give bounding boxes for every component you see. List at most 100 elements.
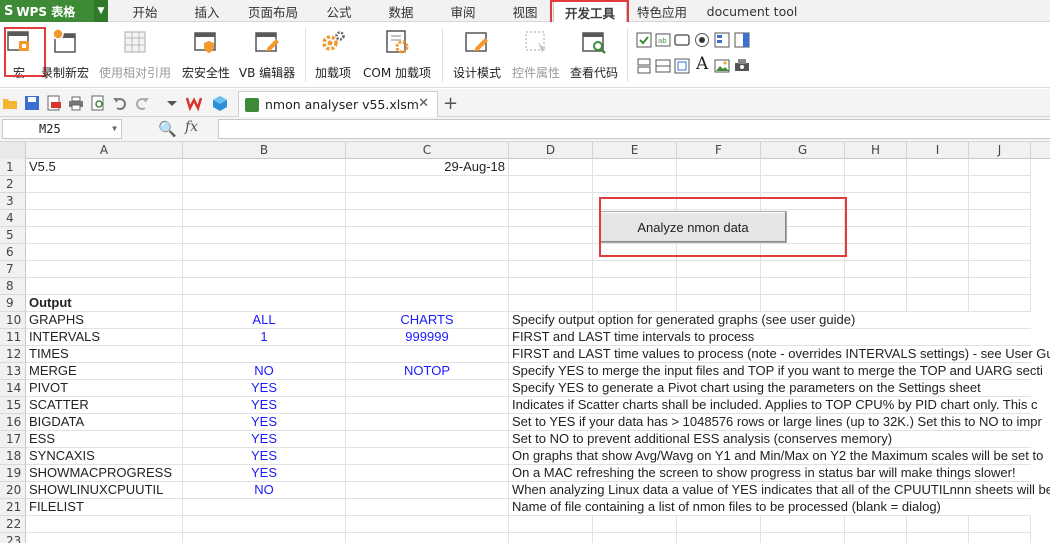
cell-c22[interactable] (346, 516, 509, 533)
cell-h6[interactable] (845, 244, 907, 261)
cell-c15[interactable] (346, 397, 509, 414)
row-header[interactable]: 10 (0, 312, 26, 329)
view-code-button[interactable]: 查看代码 (567, 26, 621, 82)
cell-b22[interactable] (183, 516, 346, 533)
row-header[interactable]: 15 (0, 397, 26, 414)
tab-view[interactable]: 视图 (498, 0, 552, 22)
row-header[interactable]: 6 (0, 244, 26, 261)
cell-a5[interactable] (26, 227, 183, 244)
row-header[interactable]: 1 (0, 159, 26, 176)
cell-e2[interactable] (593, 176, 677, 193)
checkbox-control-icon[interactable] (636, 32, 652, 48)
cell-f2[interactable] (677, 176, 761, 193)
cell-j23[interactable] (969, 533, 1031, 543)
cell-j1[interactable] (969, 159, 1031, 176)
export-pdf-icon[interactable] (46, 95, 62, 111)
cell-h1[interactable] (845, 159, 907, 176)
cell-d5[interactable] (509, 227, 593, 244)
cell-h23[interactable] (845, 533, 907, 543)
cell-a16[interactable]: BIGDATA (26, 414, 183, 431)
undo-icon[interactable] (112, 95, 128, 111)
cell-d3[interactable] (509, 193, 593, 210)
cell-g8[interactable] (761, 278, 845, 295)
row-header[interactable]: 23 (0, 533, 26, 543)
cloud-box-icon[interactable] (212, 95, 228, 111)
cell-e22[interactable] (593, 516, 677, 533)
cell-g2[interactable] (761, 176, 845, 193)
cell-i5[interactable] (907, 227, 969, 244)
cell-d12[interactable]: FIRST and LAST time values to process (n… (509, 346, 1050, 363)
cell-i8[interactable] (907, 278, 969, 295)
frame-control-icon[interactable] (674, 58, 690, 74)
row-header[interactable]: 11 (0, 329, 26, 346)
print-icon[interactable] (68, 95, 84, 111)
cell-a13[interactable]: MERGE (26, 363, 183, 380)
cell-i2[interactable] (907, 176, 969, 193)
cell-i3[interactable] (907, 193, 969, 210)
zoom-icon[interactable]: 🔍 (158, 120, 177, 138)
column-header-b[interactable]: B (183, 142, 346, 159)
row-header[interactable]: 13 (0, 363, 26, 380)
cell-a12[interactable]: TIMES (26, 346, 183, 363)
app-menu-dropdown-icon[interactable]: ▼ (94, 0, 108, 22)
more-controls-icon[interactable] (734, 58, 750, 74)
cell-h22[interactable] (845, 516, 907, 533)
cell-j8[interactable] (969, 278, 1031, 295)
cell-f9[interactable] (677, 295, 761, 312)
cell-d7[interactable] (509, 261, 593, 278)
select-all-corner[interactable] (0, 142, 26, 159)
cell-f22[interactable] (677, 516, 761, 533)
cell-d14[interactable]: Specify YES to generate a Pivot chart us… (509, 380, 981, 397)
print-preview-icon[interactable] (90, 95, 106, 111)
row-header[interactable]: 20 (0, 482, 26, 499)
button-control-icon[interactable] (674, 32, 690, 48)
macro-security-button[interactable]: 宏安全性 (179, 26, 233, 82)
cell-a15[interactable]: SCATTER (26, 397, 183, 414)
cell-d13[interactable]: Specify YES to merge the input files and… (509, 363, 1043, 380)
cell-a21[interactable]: FILELIST (26, 499, 183, 516)
cell-i17[interactable] (907, 431, 969, 448)
tab-home[interactable]: 开始 (118, 0, 172, 22)
cell-a22[interactable] (26, 516, 183, 533)
cell-c11[interactable]: 999999 (346, 329, 509, 346)
cell-c6[interactable] (346, 244, 509, 261)
cell-b21[interactable] (183, 499, 346, 516)
cell-c19[interactable] (346, 465, 509, 482)
tab-review[interactable]: 审阅 (436, 0, 490, 22)
column-header-g[interactable]: G (761, 142, 845, 159)
design-mode-button[interactable]: 设计模式 (450, 26, 504, 82)
cell-a3[interactable] (26, 193, 183, 210)
cell-j21[interactable] (969, 499, 1031, 516)
cell-j6[interactable] (969, 244, 1031, 261)
cell-i9[interactable] (907, 295, 969, 312)
cell-h7[interactable] (845, 261, 907, 278)
cell-d8[interactable] (509, 278, 593, 295)
row-header[interactable]: 12 (0, 346, 26, 363)
name-box-dropdown-icon[interactable]: ▼ (112, 120, 117, 138)
cell-d18[interactable]: On graphs that show Avg/Wavg on Y1 and M… (509, 448, 1043, 465)
cell-j3[interactable] (969, 193, 1031, 210)
cell-g6[interactable] (761, 244, 845, 261)
cell-e3[interactable] (593, 193, 677, 210)
cell-f7[interactable] (677, 261, 761, 278)
tab-formulas[interactable]: 公式 (312, 0, 366, 22)
cell-g9[interactable] (761, 295, 845, 312)
column-header-d[interactable]: D (509, 142, 593, 159)
record-macro-button[interactable]: 录制新宏 (40, 26, 90, 82)
image-control-icon[interactable] (714, 58, 730, 74)
cell-c17[interactable] (346, 431, 509, 448)
cell-g11[interactable] (761, 329, 845, 346)
cell-i6[interactable] (907, 244, 969, 261)
row-header[interactable]: 18 (0, 448, 26, 465)
formula-input[interactable] (218, 119, 1050, 139)
column-header-i[interactable]: I (907, 142, 969, 159)
cell-j11[interactable] (969, 329, 1031, 346)
cell-c8[interactable] (346, 278, 509, 295)
cell-d10[interactable]: Specify output option for generated grap… (509, 312, 855, 329)
row-header[interactable]: 16 (0, 414, 26, 431)
cell-i23[interactable] (907, 533, 969, 543)
cell-c21[interactable] (346, 499, 509, 516)
column-header-h[interactable]: H (845, 142, 907, 159)
cell-a23[interactable] (26, 533, 183, 543)
cell-b3[interactable] (183, 193, 346, 210)
